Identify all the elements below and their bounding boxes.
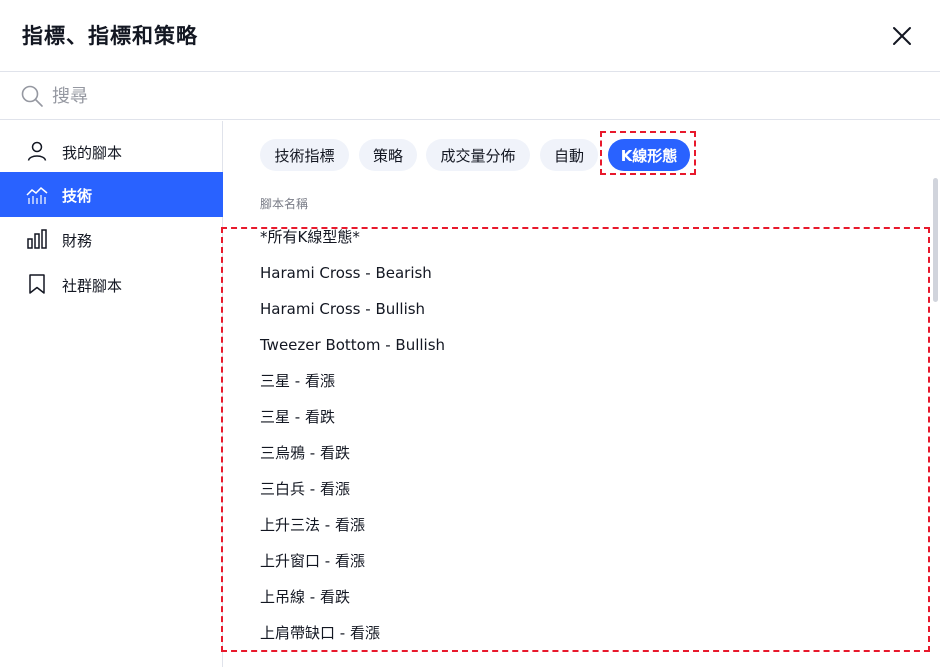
sidebar-item-label: 我的腳本 [62,144,123,162]
search-input[interactable] [52,81,912,111]
list-item[interactable]: 三星 - 看跌 [260,399,920,435]
list-item[interactable]: 上吊線 - 看跌 [260,579,920,615]
column-header-script-name: 腳本名稱 [260,197,309,211]
scrollbar-thumb[interactable] [933,178,938,302]
tab-volume-profile[interactable]: 成交量分佈 [426,139,530,171]
bar-chart-icon [27,229,47,249]
list-item[interactable]: Tweezer Bottom - Bullish [260,327,920,363]
sidebar-item-label: 財務 [62,232,93,250]
list-item[interactable]: 三星 - 看漲 [260,363,920,399]
list-item[interactable]: 上升窗口 - 看漲 [260,543,920,579]
search-icon [21,85,43,107]
user-icon [27,141,47,161]
list-item[interactable]: 上肩帶缺口 - 看漲 [260,615,920,651]
sidebar-item-label: 技術 [62,187,93,205]
dialog-title: 指標、指標和策略 [22,24,198,48]
bookmark-icon [29,274,45,294]
sidebar-item-financials[interactable]: 財務 [0,217,223,262]
sidebar-item-label: 社群腳本 [62,277,123,295]
dialog-header: 指標、指標和策略 [0,0,940,72]
list-item[interactable]: 三白兵 - 看漲 [260,471,920,507]
search-bar [0,73,940,120]
tab-auto[interactable]: 自動 [540,139,598,171]
sidebar-item-technicals[interactable]: 技術 [0,172,223,217]
list-item[interactable]: Harami Cross - Bullish [260,291,920,327]
list-item[interactable]: *所有K線型態* [260,219,920,255]
sidebar: 我的腳本 技術 財務 社群腳本 [0,121,223,667]
tab-technical-indicators[interactable]: 技術指標 [260,139,349,171]
list-item[interactable]: 上升三法 - 看漲 [260,507,920,543]
list-item[interactable]: Harami Cross - Bearish [260,255,920,291]
tab-strategies[interactable]: 策略 [359,139,417,171]
chart-line-icon [26,186,48,204]
close-button[interactable] [888,22,916,50]
sidebar-item-community-scripts[interactable]: 社群腳本 [0,262,223,307]
main-panel: 技術指標 策略 成交量分佈 自動 K線形態 腳本名稱 *所有K線型態* Hara… [224,121,940,667]
list-item[interactable]: 三烏鴉 - 看跌 [260,435,920,471]
sidebar-item-my-scripts[interactable]: 我的腳本 [0,129,223,174]
tab-candlestick-patterns[interactable]: K線形態 [608,139,690,171]
close-icon [893,27,911,45]
